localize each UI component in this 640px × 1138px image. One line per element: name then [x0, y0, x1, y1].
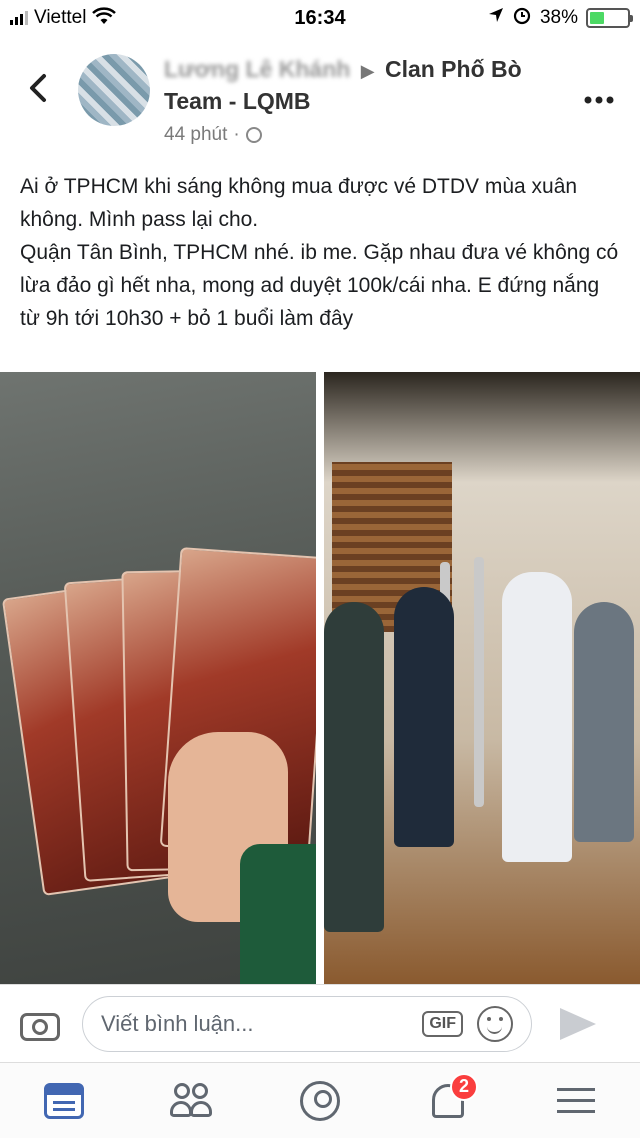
- tab-profile[interactable]: [290, 1071, 350, 1131]
- alarm-icon: [512, 5, 532, 31]
- carrier-name: Viettel: [34, 7, 87, 28]
- sleeve-image: [240, 844, 316, 984]
- comment-placeholder: Viết bình luận...: [101, 1010, 254, 1036]
- post-meta: Lương Lê Khánh ▶ Clan Phố Bò Team - LQMB…: [164, 54, 564, 150]
- tab-bar: 2: [0, 1062, 640, 1138]
- photo-grid: [0, 372, 640, 984]
- battery-icon: [586, 8, 633, 28]
- avatar[interactable]: [78, 54, 150, 126]
- post-header: Lương Lê Khánh ▶ Clan Phố Bò Team - LQMB…: [0, 42, 640, 152]
- post-text: Ai ở TPHCM khi sáng không mua được vé DT…: [20, 175, 619, 330]
- tab-friends[interactable]: [162, 1071, 222, 1131]
- camera-icon[interactable]: [20, 1007, 60, 1041]
- post-time[interactable]: 44 phút: [164, 120, 227, 150]
- back-button[interactable]: [26, 72, 56, 106]
- profile-icon: [300, 1080, 340, 1121]
- post-title-line: Lương Lê Khánh ▶ Clan Phố Bò Team - LQMB: [164, 54, 564, 116]
- person-image: [324, 602, 384, 932]
- tab-notifications[interactable]: 2: [418, 1071, 478, 1131]
- status-right: 38%: [410, 5, 633, 31]
- status-time: 16:34: [294, 6, 346, 29]
- more-button[interactable]: [584, 78, 614, 112]
- post-time-row: 44 phút ·: [164, 120, 564, 150]
- door-handle-image: [474, 557, 484, 807]
- comment-input[interactable]: Viết bình luận... GIF: [82, 995, 532, 1052]
- wifi-icon: [92, 6, 117, 30]
- status-left: Viettel: [10, 6, 230, 30]
- chevron-left-icon: [30, 74, 46, 102]
- comment-bar: Viết bình luận... GIF: [0, 984, 640, 1062]
- emoji-icon[interactable]: [477, 1005, 513, 1042]
- friends-icon: [170, 1082, 214, 1119]
- send-icon[interactable]: [560, 1007, 596, 1040]
- gif-button[interactable]: GIF: [422, 1010, 463, 1037]
- news-feed-icon: [44, 1082, 84, 1119]
- arrow-right-icon: ▶: [360, 61, 375, 81]
- photo-tickets[interactable]: [0, 372, 316, 984]
- tab-news-feed[interactable]: [34, 1071, 94, 1131]
- location-icon: [488, 7, 504, 29]
- menu-icon: [557, 1086, 595, 1116]
- tab-menu[interactable]: [546, 1071, 606, 1131]
- battery-fill: [590, 12, 604, 24]
- author-name[interactable]: Lương Lê Khánh: [164, 54, 350, 84]
- notification-badge: 2: [450, 1072, 478, 1101]
- more-icon: [584, 96, 614, 104]
- signal-icon: [10, 11, 28, 25]
- status-bar: Viettel 16:34 38%: [0, 0, 640, 36]
- separator-dot: ·: [233, 124, 240, 145]
- photo-shop[interactable]: [324, 372, 640, 984]
- person-image: [394, 587, 454, 847]
- person-image: [574, 602, 634, 842]
- battery-percent: 38%: [539, 7, 578, 28]
- globe-icon: [245, 127, 262, 143]
- person-image: [502, 572, 572, 862]
